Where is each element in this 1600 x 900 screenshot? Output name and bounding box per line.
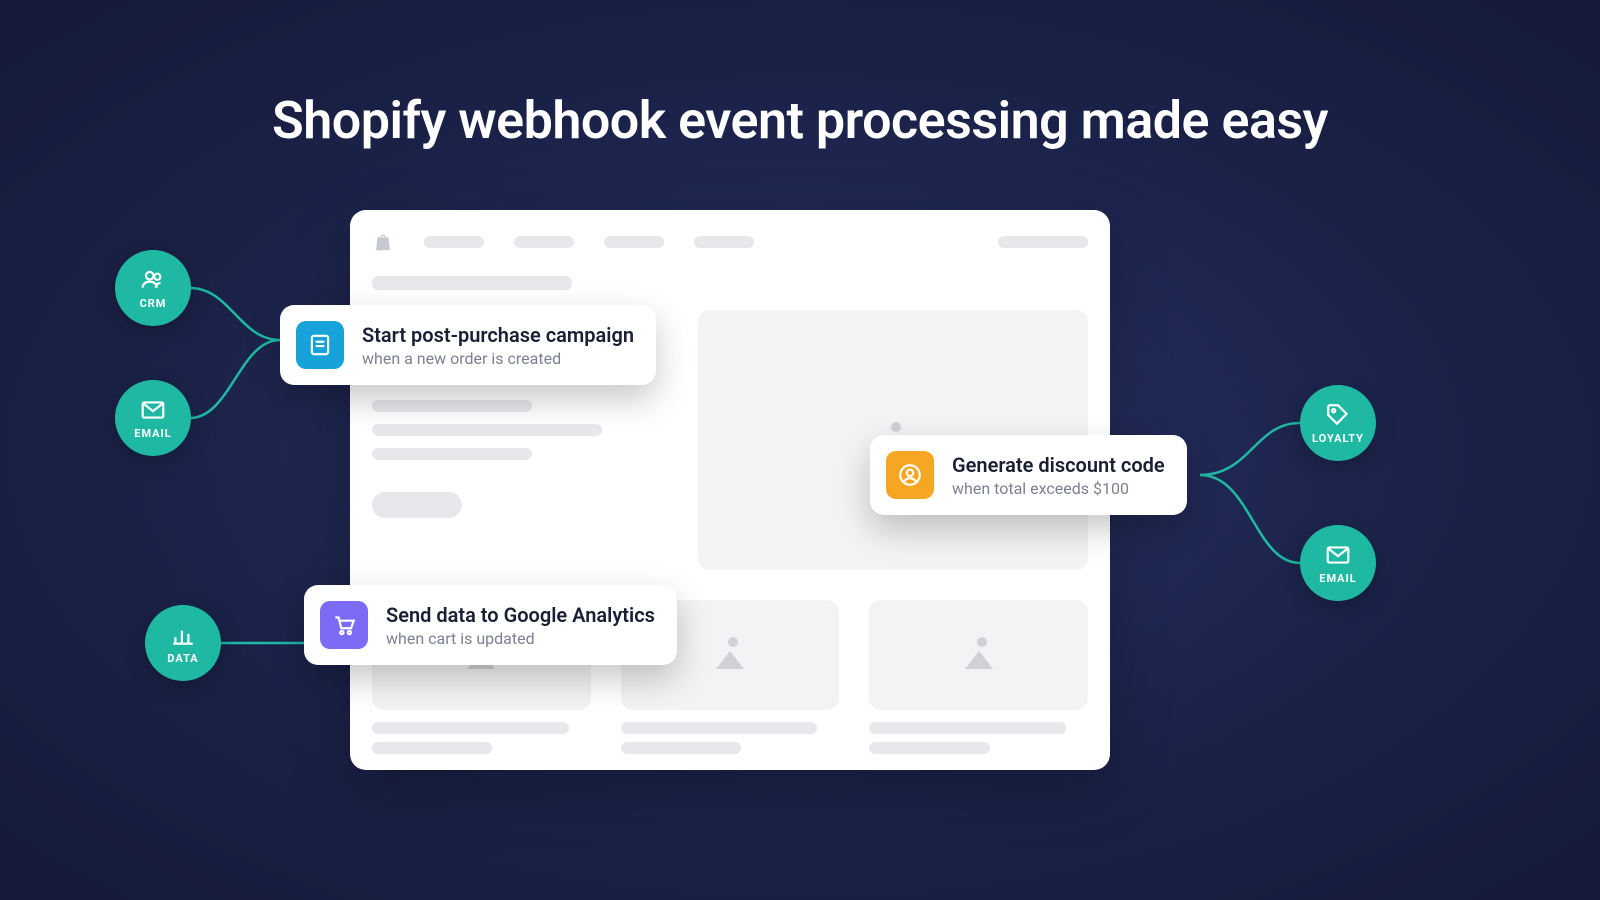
connector-left-top (190, 280, 290, 430)
card-subtitle: when total exceeds $100 (952, 479, 1165, 498)
people-icon (140, 267, 166, 293)
image-placeholder-icon (959, 635, 999, 675)
integration-bubble-loyalty: LOYALTY (1300, 385, 1376, 461)
mock-tile (869, 600, 1088, 710)
placeholder-pill (998, 236, 1088, 248)
integration-bubble-email-right: EMAIL (1300, 525, 1376, 601)
connector-right (1200, 420, 1305, 570)
page-headline: Shopify webhook event processing made ea… (0, 90, 1600, 151)
event-card-campaign: Start post-purchase campaign when a new … (280, 305, 656, 385)
placeholder-pill (621, 722, 818, 734)
bubble-label: CRM (140, 297, 167, 310)
integration-bubble-email-left: EMAIL (115, 380, 191, 456)
placeholder-button (372, 492, 462, 518)
card-title: Generate discount code (952, 453, 1165, 477)
placeholder-pill (372, 448, 532, 460)
mock-topbar (372, 232, 1088, 252)
placeholder-pill (604, 236, 664, 248)
card-subtitle: when a new order is created (362, 349, 634, 368)
card-subtitle: when cart is updated (386, 629, 655, 648)
connector-left-data (221, 635, 311, 655)
event-card-analytics: Send data to Google Analytics when cart … (304, 585, 677, 665)
placeholder-pill (372, 400, 532, 412)
placeholder-pill (869, 742, 989, 754)
shopify-bag-icon (372, 231, 394, 253)
envelope-icon (140, 397, 166, 423)
tag-icon (1325, 402, 1351, 428)
mock-title-row (372, 276, 1088, 306)
envelope-icon (1325, 542, 1351, 568)
avatar-icon (886, 451, 934, 499)
placeholder-pill (694, 236, 754, 248)
bubble-label: EMAIL (134, 427, 171, 440)
illustration-stage: CRM EMAIL DATA LOYALTY EMAIL (0, 210, 1600, 900)
card-title: Start post-purchase campaign (362, 323, 634, 347)
bubble-label: DATA (167, 652, 198, 665)
mock-tile-meta (372, 722, 1088, 754)
placeholder-pill (372, 424, 602, 436)
cart-icon (320, 601, 368, 649)
placeholder-pill (514, 236, 574, 248)
receipt-icon (296, 321, 344, 369)
placeholder-pill (372, 722, 569, 734)
bar-chart-icon (170, 622, 196, 648)
card-title: Send data to Google Analytics (386, 603, 655, 627)
placeholder-pill (621, 742, 741, 754)
placeholder-pill (424, 236, 484, 248)
placeholder-pill (372, 742, 492, 754)
integration-bubble-data: DATA (145, 605, 221, 681)
integration-bubble-crm: CRM (115, 250, 191, 326)
event-card-discount: Generate discount code when total exceed… (870, 435, 1187, 515)
placeholder-pill (372, 276, 572, 290)
placeholder-pill (869, 722, 1066, 734)
bubble-label: EMAIL (1319, 572, 1356, 585)
bubble-label: LOYALTY (1312, 432, 1364, 445)
image-placeholder-icon (710, 635, 750, 675)
